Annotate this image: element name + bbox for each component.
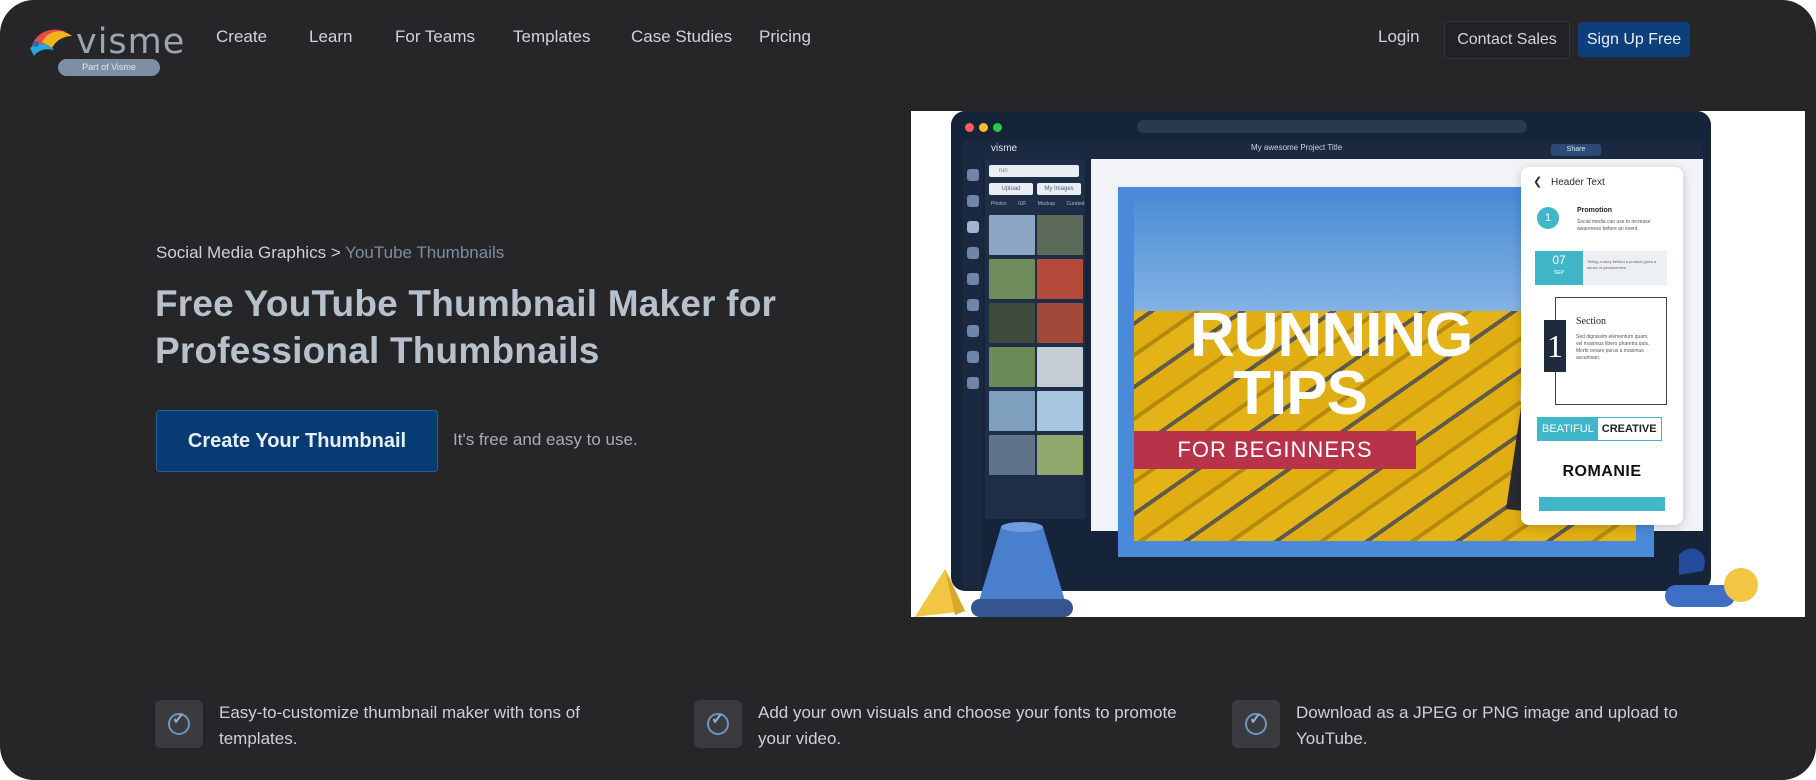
project-title: My awesome Project Title	[1251, 143, 1343, 152]
top-nav: visme Part of Visme Create Learn For Tea…	[0, 0, 1816, 80]
photo-thumbnail	[989, 435, 1035, 475]
teal-bar	[1539, 497, 1665, 511]
photo-thumbnail	[1037, 391, 1083, 431]
blue-yellow-shapes	[1665, 548, 1758, 607]
photo-thumbnail	[989, 259, 1035, 299]
breadcrumb-parent[interactable]: Social Media Graphics	[156, 243, 326, 262]
create-thumbnail-button[interactable]: Create Your Thumbnail	[156, 410, 438, 472]
breadcrumb-current: YouTube Thumbnails	[345, 243, 505, 262]
panel-tab: Mockup	[1037, 201, 1056, 207]
logo-text: visme	[76, 22, 186, 62]
check-circle-icon: ✓	[1232, 700, 1280, 748]
section-block: 1 Section Sed dignissim elementum quam, …	[1544, 297, 1667, 405]
photo-thumbnail	[1037, 215, 1083, 255]
data-icon	[967, 247, 979, 259]
section-number: 1	[1544, 320, 1566, 372]
sign-up-button[interactable]: Sign Up Free	[1578, 22, 1690, 57]
breadcrumb: Social Media Graphics > YouTube Thumbnai…	[156, 243, 504, 263]
photo-thumbnail	[1037, 259, 1083, 299]
panel-tab: Curated	[1066, 201, 1085, 207]
menu-create[interactable]: Create	[216, 27, 267, 47]
date-text: Telling a story behind a product gives a…	[1583, 251, 1667, 285]
apps-icon	[967, 377, 979, 389]
photo-thumbnail	[1037, 303, 1083, 343]
minimize-dot-icon	[979, 123, 988, 132]
logo-badge: Part of Visme	[58, 59, 160, 76]
page: visme Part of Visme Create Learn For Tea…	[0, 0, 1816, 780]
beautiful-text: BEATIFUL	[1538, 418, 1598, 440]
page-title: Free YouTube Thumbnail Maker for Profess…	[155, 283, 777, 371]
date-day: 07	[1552, 253, 1566, 267]
check-circle-icon: ✓	[155, 700, 203, 748]
login-link[interactable]: Login	[1378, 27, 1420, 47]
media-icon	[967, 273, 979, 285]
thumbnail-headline: RUNNING TIPS	[1190, 301, 1473, 428]
panel-tabs: Photos GIF Mockup Curated	[991, 201, 1094, 207]
maximize-dot-icon	[993, 123, 1002, 132]
address-bar	[1137, 120, 1527, 133]
creative-text: CREATIVE	[1601, 423, 1657, 435]
photo-thumbnail	[989, 215, 1035, 255]
feature-text: Easy-to-customize thumbnail maker with t…	[219, 703, 580, 748]
photos-icon	[967, 221, 979, 233]
feature-text: Add your own visuals and choose your fon…	[758, 703, 1177, 748]
contact-sales-button[interactable]: Contact Sales	[1444, 21, 1570, 59]
chevron-left-icon: ❮	[1533, 176, 1543, 188]
photo-thumbnail	[989, 303, 1035, 343]
thumbnail-subtitle-banner: FOR BEGINNERS	[1134, 431, 1416, 469]
hero-product-image: visme My awesome Project Title Share run…	[911, 111, 1805, 617]
photo-thumbnail	[989, 391, 1035, 431]
yellow-cone-shape	[915, 569, 965, 617]
panel-header: Header Text	[1551, 177, 1605, 188]
feature-text: Download as a JPEG or PNG image and uplo…	[1296, 703, 1678, 748]
visme-logo-icon	[30, 29, 72, 56]
menu-templates[interactable]: Templates	[513, 27, 590, 47]
breadcrumb-separator: >	[330, 243, 341, 262]
photo-thumbnail	[1037, 347, 1083, 387]
photos-panel: run Upload My Images Photos GIF Mockup C…	[985, 159, 1085, 519]
date-month: SEP	[1553, 270, 1564, 276]
headline-line: TIPS	[1233, 359, 1368, 428]
panel-tab: GIF	[1017, 201, 1027, 207]
basics-icon	[967, 169, 979, 181]
my-files-icon	[967, 351, 979, 363]
theme-icon	[967, 299, 979, 311]
beautiful-creative-block: BEATIFUL CREATIVE	[1537, 417, 1662, 441]
panel-tab: Photos	[991, 201, 1007, 207]
template-panel: ❮ Header Text 1 Promotion Social media c…	[1521, 167, 1683, 525]
romanie-text: ROMANIE	[1562, 463, 1642, 480]
menu-case-studies[interactable]: Case Studies	[631, 27, 732, 47]
promo-text: Social media can use to increase awarene…	[1577, 219, 1651, 232]
date-block: 07 SEP	[1535, 251, 1583, 285]
help-icon	[967, 325, 979, 337]
photo-search-field: run	[989, 165, 1079, 177]
menu-pricing[interactable]: Pricing	[759, 27, 811, 47]
headline-line: RUNNING	[1190, 301, 1473, 370]
graphics-icon	[967, 195, 979, 207]
my-images-button: My Images	[1037, 183, 1081, 195]
section-text: Sed dignissim elementum quam, vel maximu…	[1576, 334, 1650, 361]
app-logo: visme	[991, 143, 1018, 154]
upload-button: Upload	[989, 183, 1033, 195]
section-title: Section	[1576, 316, 1606, 327]
app-mockup-window: visme My awesome Project Title Share run…	[951, 111, 1711, 591]
check-circle-icon: ✓	[694, 700, 742, 748]
blue-cone-shape	[971, 522, 1073, 617]
cta-note: It's free and easy to use.	[453, 430, 638, 449]
step-number: 1	[1537, 207, 1559, 229]
menu-learn[interactable]: Learn	[309, 27, 352, 47]
visme-logo[interactable]: visme Part of Visme	[28, 20, 188, 80]
photo-thumbnail	[1037, 435, 1083, 475]
photo-thumbnail	[989, 347, 1035, 387]
share-button: Share	[1551, 144, 1601, 156]
menu-for-teams[interactable]: For Teams	[395, 27, 475, 47]
promo-title: Promotion	[1577, 207, 1612, 214]
close-dot-icon	[965, 123, 974, 132]
